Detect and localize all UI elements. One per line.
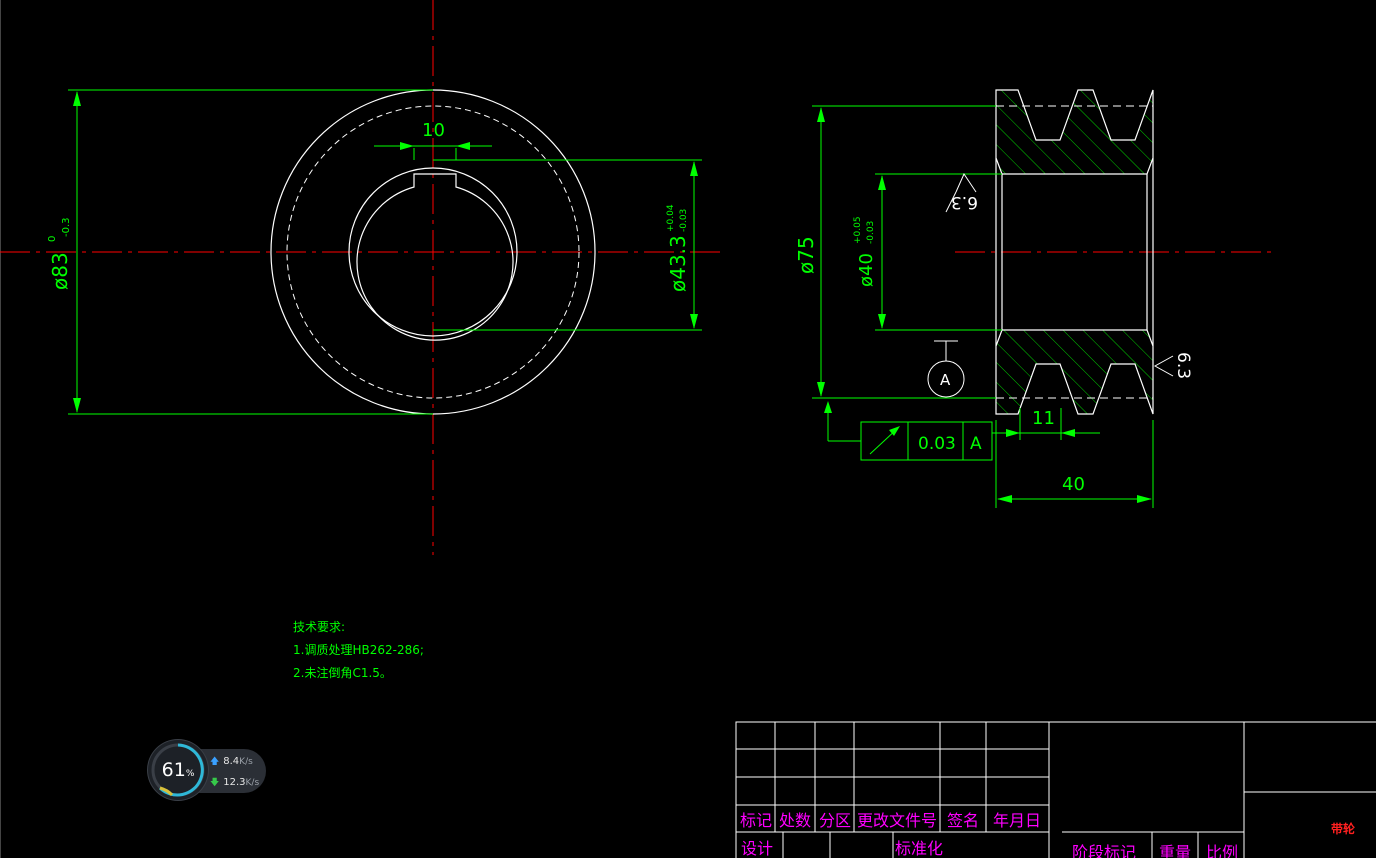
tb-stage-mark: 阶段标记 bbox=[1072, 843, 1136, 858]
dim-pulley-bore: ø40 bbox=[856, 253, 877, 287]
network-speed-widget[interactable]: 61% 🡅 8.4K/s 🡇 12.3K/s bbox=[148, 740, 270, 802]
upload-arrow-icon: 🡅 bbox=[210, 757, 220, 767]
tb-header-sign: 签名 bbox=[947, 811, 979, 830]
dim-total-width: 40 bbox=[1062, 474, 1085, 495]
cad-drawing-canvas[interactable]: 10 ø83 0 -0.3 ø43.3 +0.04 -0.03 ø75 ø40 … bbox=[0, 0, 1376, 858]
tolerance-value: 0.03 bbox=[918, 434, 956, 454]
roughness-value-1: 6.3 bbox=[951, 192, 978, 212]
notes-line-2: 2.未注倒角C1.5。 bbox=[293, 665, 392, 680]
usage-percent: 61% bbox=[161, 759, 195, 781]
tb-part-name: 带轮 bbox=[1331, 821, 1356, 836]
roughness-value-2: 6.3 bbox=[1173, 352, 1193, 379]
tb-weight: 重量 bbox=[1159, 843, 1191, 858]
dim-bore-diameter: ø43.3 bbox=[666, 235, 690, 292]
tb-header-date: 年月日 bbox=[993, 811, 1041, 830]
dim-pulley-diameter: ø75 bbox=[794, 236, 818, 274]
dim-outer-diameter: ø83 bbox=[48, 252, 72, 290]
dim-bore-tol-upper: +0.04 bbox=[666, 204, 676, 232]
tb-design: 设计 bbox=[741, 839, 773, 858]
tb-header-count: 处数 bbox=[779, 811, 811, 830]
dim-pulley-bore-tol-upper: +0.05 bbox=[853, 216, 863, 244]
dim-outer-tol-lower: -0.3 bbox=[61, 217, 72, 237]
download-speed: 🡇 12.3K/s bbox=[210, 777, 260, 788]
notes-line-1: 1.调质处理HB262-286; bbox=[293, 643, 424, 657]
datum-letter: A bbox=[940, 371, 951, 389]
tolerance-datum: A bbox=[970, 434, 982, 454]
dim-groove-width: 11 bbox=[1032, 408, 1055, 429]
tb-scale: 比例 bbox=[1206, 843, 1238, 858]
tb-standardization: 标准化 bbox=[895, 839, 943, 858]
dim-pulley-bore-tol-lower: -0.03 bbox=[866, 221, 876, 244]
dim-keyway-width: 10 bbox=[422, 120, 445, 141]
dim-bore-tol-lower: -0.03 bbox=[679, 209, 689, 232]
tb-header-mark: 标记 bbox=[740, 811, 772, 830]
usage-ring: 61% bbox=[148, 740, 208, 800]
download-arrow-icon: 🡇 bbox=[210, 778, 220, 788]
dim-outer-tol-upper: 0 bbox=[47, 236, 58, 242]
upload-speed: 🡅 8.4K/s bbox=[210, 756, 253, 767]
tb-header-doc: 更改文件号 bbox=[857, 811, 937, 830]
notes-title: 技术要求: bbox=[293, 620, 345, 634]
tb-header-zone: 分区 bbox=[819, 811, 851, 830]
